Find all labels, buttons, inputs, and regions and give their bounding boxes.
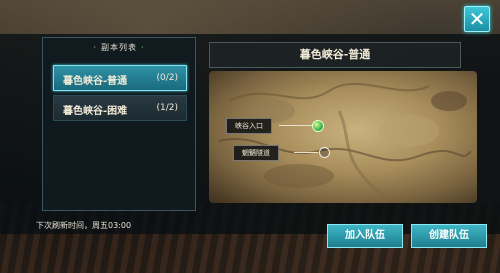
create-team-button[interactable]: 创建队伍 — [411, 224, 487, 248]
dungeon-item-hard[interactable]: 暮色峡谷-困难 (1/2) — [53, 95, 187, 121]
marker-connector — [294, 152, 318, 153]
close-button[interactable]: ✕ — [464, 6, 490, 32]
dungeon-item-count: (1/2) — [156, 103, 178, 113]
close-icon: ✕ — [468, 7, 486, 31]
map-terrain — [218, 82, 472, 201]
refresh-time-text: 下次刷新时间，周五03:00 — [36, 221, 132, 230]
map-marker-label: 魍魉隧道 — [233, 145, 279, 161]
active-location-marker[interactable] — [312, 120, 324, 132]
dungeon-item-count: (0/2) — [156, 73, 178, 83]
inactive-location-marker[interactable] — [319, 147, 330, 158]
dungeon-list-panel: 副本列表 暮色峡谷-普通 (0/2) 暮色峡谷-困难 (1/2) — [42, 37, 196, 211]
dungeon-detail-title: 暮色峡谷-普通 — [209, 42, 461, 68]
dungeon-item-name: 暮色峡谷-困难 — [63, 106, 128, 117]
dungeon-item-normal[interactable]: 暮色峡谷-普通 (0/2) — [53, 65, 187, 91]
dungeon-map: 峡谷入口 魍魉隧道 — [209, 71, 477, 203]
dungeon-item-name: 暮色峡谷-普通 — [63, 76, 128, 87]
dungeon-list-title: 副本列表 — [43, 42, 195, 53]
marker-connector — [279, 125, 312, 126]
join-team-button[interactable]: 加入队伍 — [327, 224, 403, 248]
map-marker-label: 峡谷入口 — [226, 118, 272, 134]
